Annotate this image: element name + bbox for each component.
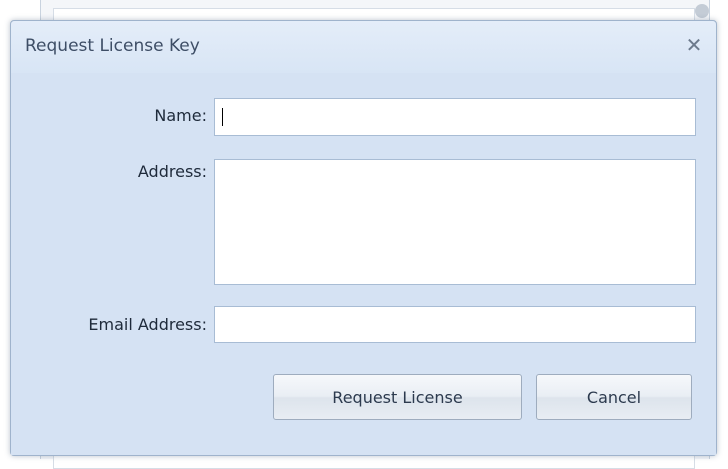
background-scroll-indicator bbox=[695, 4, 709, 18]
name-field[interactable] bbox=[214, 98, 696, 136]
text-caret bbox=[222, 108, 223, 126]
dialog-titlebar: Request License Key ✕ bbox=[11, 21, 716, 73]
request-license-label: Request License bbox=[332, 387, 463, 407]
request-license-dialog: Request License Key ✕ Name: Address: Ema… bbox=[10, 20, 717, 456]
close-icon: ✕ bbox=[685, 33, 703, 57]
request-license-button[interactable]: Request License bbox=[273, 374, 522, 420]
dialog-title: Request License Key bbox=[25, 36, 200, 56]
address-field[interactable] bbox=[214, 159, 696, 285]
cancel-button[interactable]: Cancel bbox=[536, 374, 692, 420]
email-field[interactable] bbox=[214, 306, 696, 343]
address-label: Address: bbox=[137, 162, 207, 181]
cancel-label: Cancel bbox=[586, 387, 642, 407]
close-button[interactable]: ✕ bbox=[682, 33, 706, 57]
name-label: Name: bbox=[154, 106, 207, 125]
email-label: Email Address: bbox=[88, 315, 207, 334]
dialog-body: Name: Address: Email Address: Request Li… bbox=[11, 73, 716, 455]
